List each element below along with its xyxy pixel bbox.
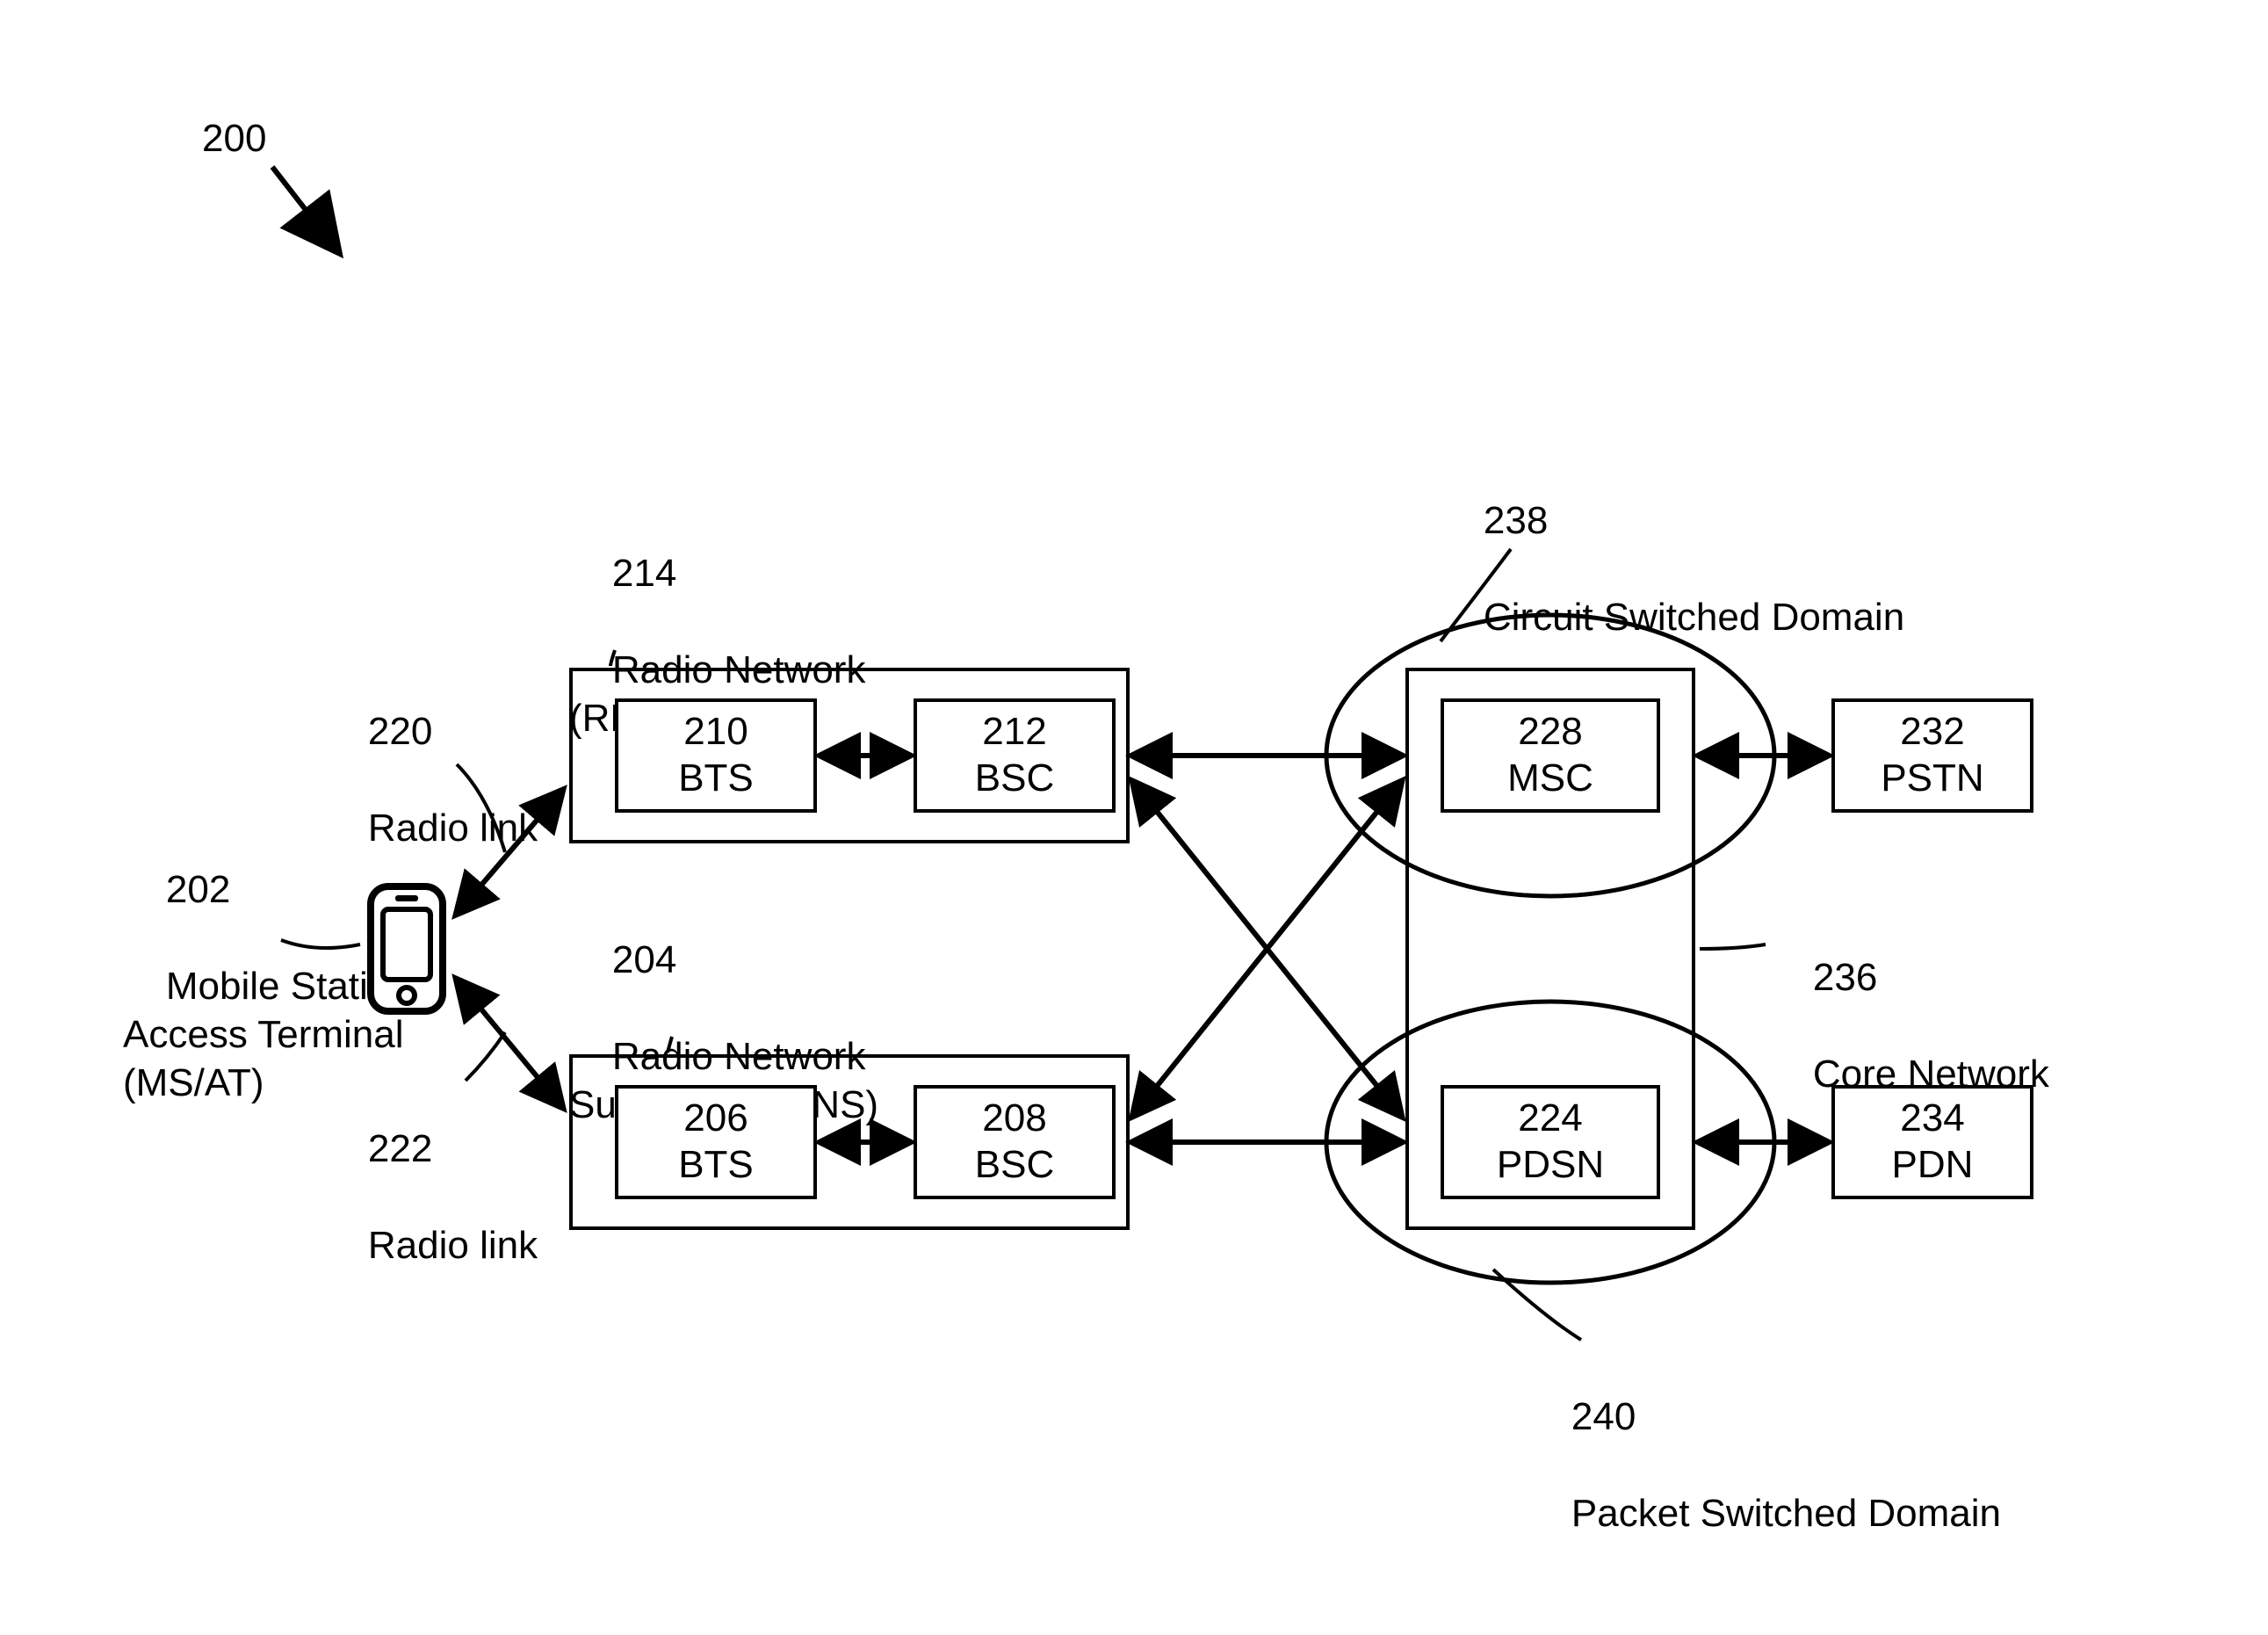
radio-link-222-name: Radio link [368, 1224, 538, 1267]
bts-206-ref: 206 [683, 1096, 748, 1142]
bsc-208-name: BSC [975, 1142, 1054, 1189]
bts-206-name: BTS [678, 1142, 754, 1189]
msc-228-box: 228 MSC [1441, 698, 1660, 813]
core-ref: 236 [1813, 956, 1877, 999]
pstn-232-ref: 232 [1900, 709, 1964, 756]
radio-link-220-ref: 220 [368, 710, 432, 753]
msc-228-ref: 228 [1518, 709, 1582, 756]
ps-domain-name: Packet Switched Domain [1571, 1492, 2001, 1535]
rns-top-ref: 214 [612, 552, 676, 595]
pstn-232-box: 232 PSTN [1831, 698, 2033, 813]
radio-link-222-ref: 222 [368, 1127, 432, 1170]
bts-210-name: BTS [678, 756, 754, 802]
bts-210-ref: 210 [683, 709, 748, 756]
pdn-234-box: 234 PDN [1831, 1085, 2033, 1199]
pdn-234-name: PDN [1892, 1142, 1974, 1189]
pdsn-224-name: PDSN [1497, 1142, 1604, 1189]
bts-206-box: 206 BTS [615, 1085, 817, 1199]
bsc-208-ref: 208 [982, 1096, 1046, 1142]
ms-at-ref: 202 [166, 868, 230, 911]
pdsn-224-box: 224 PDSN [1441, 1085, 1660, 1199]
bsc-212-ref: 212 [982, 709, 1046, 756]
pdsn-224-ref: 224 [1518, 1096, 1582, 1142]
cs-domain-name: Circuit Switched Domain [1484, 596, 1904, 639]
bsc-212-name: BSC [975, 756, 1054, 802]
pdn-234-ref: 234 [1900, 1096, 1964, 1142]
ps-domain-ref: 240 [1571, 1395, 1636, 1438]
bts-210-box: 210 BTS [615, 698, 817, 813]
diagram-canvas: 200 202 Mobile Station/ Access Terminal … [0, 0, 2268, 1635]
radio-link-220-name: Radio link [368, 807, 538, 850]
radio-link-222-label: 222 Radio link [325, 1076, 538, 1318]
mobile-phone-icon [367, 883, 446, 1015]
cs-domain-label: 238 Circuit Switched Domain [1441, 448, 1904, 690]
cs-domain-ref: 238 [1484, 499, 1548, 542]
figure-ref-200: 200 [202, 114, 266, 163]
msc-228-name: MSC [1507, 756, 1593, 802]
ps-domain-label: 240 Packet Switched Domain [1528, 1344, 2001, 1586]
rns-bottom-ref: 204 [612, 938, 676, 981]
radio-link-220-label: 220 Radio link [325, 659, 538, 901]
bsc-208-box: 208 BSC [914, 1085, 1116, 1199]
bsc-212-box: 212 BSC [914, 698, 1116, 813]
pstn-232-name: PSTN [1881, 756, 1983, 802]
